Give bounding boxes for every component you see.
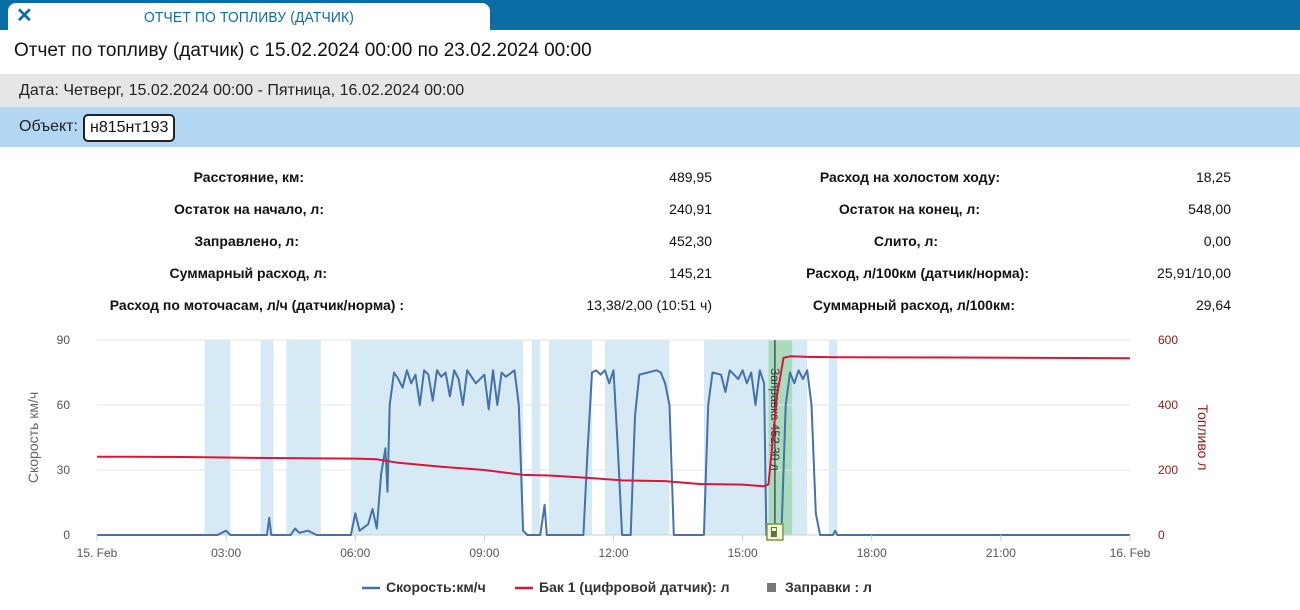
x-tick-label: 16. Feb	[1110, 546, 1151, 560]
stat-value-start-fuel: 240,91	[669, 201, 712, 217]
object-bar: Объект: н815нт193	[0, 107, 1300, 147]
stat-label-drained: Слито, л:	[873, 233, 938, 249]
y-right-tick-label: 600	[1158, 333, 1178, 347]
motion-band	[531, 340, 541, 535]
y-left-tick-label: 30	[57, 463, 71, 477]
y-left-axis-title: Скорость км/ч	[25, 392, 41, 483]
motion-band	[260, 340, 274, 535]
motion-band	[286, 340, 321, 535]
tab-title: ОТЧЕТ ПО ТОПЛИВУ (ДАТЧИК)	[144, 9, 354, 26]
report-tab[interactable]: ✕ ОТЧЕТ ПО ТОПЛИВУ (ДАТЧИК)	[8, 3, 490, 30]
y-right-tick-label: 400	[1158, 398, 1178, 412]
x-tick-label: 06:00	[340, 546, 370, 560]
legend-item[interactable]: Скорость:км/ч	[362, 579, 486, 595]
stat-value-idle: 18,25	[1195, 169, 1231, 185]
legend-item[interactable]: Бак 1 (цифровой датчик): л	[515, 579, 730, 595]
stat-value-end-fuel: 548,00	[1188, 201, 1231, 217]
x-tick-label: 15:00	[728, 546, 758, 560]
stat-label-engine-hours: Расход по моточасам, л/ч (датчик/норма) …	[109, 297, 404, 313]
x-tick-label: 12:00	[598, 546, 628, 560]
x-tick-label: 21:00	[986, 546, 1016, 560]
motion-band	[204, 340, 231, 535]
legend-item[interactable]: Заправки : л	[767, 579, 872, 595]
y-left-tick-label: 60	[57, 398, 71, 412]
window-header: ✕ ОТЧЕТ ПО ТОПЛИВУ (ДАТЧИК)	[0, 0, 1300, 30]
stat-label-total-per-100km: Суммарный расход, л/100км:	[812, 297, 1015, 313]
stat-value-distance: 489,95	[669, 169, 712, 185]
object-value-button[interactable]: н815нт193	[83, 114, 176, 142]
stat-value-per-100km: 25,91/10,00	[1157, 265, 1231, 281]
y-right-tick-label: 200	[1158, 463, 1178, 477]
date-bar: Дата: Четверг, 15.02.2024 00:00 - Пятниц…	[0, 74, 1300, 107]
x-tick-label: 09:00	[469, 546, 499, 560]
stat-label-start-fuel: Остаток на начало, л:	[174, 201, 324, 217]
stat-value-drained: 0,00	[1203, 233, 1231, 249]
stat-value-total-per-100km: 29,64	[1195, 297, 1231, 313]
stat-value-refueled: 452,30	[669, 233, 712, 249]
x-tick-label: 03:00	[211, 546, 241, 560]
y-left-tick-label: 0	[63, 528, 70, 542]
x-tick-label: 15. Feb	[77, 546, 118, 560]
legend-swatch	[767, 583, 776, 592]
stat-label-total-consumption: Суммарный расход, л:	[169, 265, 327, 281]
stat-label-distance: Расстояние, км:	[193, 169, 304, 185]
legend-label: Заправки : л	[785, 579, 872, 595]
object-label: Объект:	[19, 118, 78, 135]
motion-band	[350, 340, 524, 535]
y-right-tick-label: 0	[1158, 528, 1165, 542]
motion-band	[828, 340, 838, 535]
stat-label-refueled: Заправлено, л:	[194, 233, 299, 249]
motion-band	[604, 340, 670, 535]
y-right-axis-title: Топливо л	[1195, 405, 1211, 471]
stat-value-engine-hours: 13,38/2,00 (10:51 ч)	[586, 297, 712, 313]
fuel-pump-icon[interactable]	[766, 523, 784, 541]
legend-label: Бак 1 (цифровой датчик): л	[539, 579, 730, 595]
legend-label: Скорость:км/ч	[386, 579, 486, 595]
fuel-pump-icon-window	[771, 528, 776, 531]
fuel-chart[interactable]: Заправка 452,30 л 0306090020040060015. F…	[0, 330, 1300, 610]
stat-value-total-consumption: 145,21	[669, 265, 712, 281]
stat-label-idle: Расход на холостом ходу:	[819, 169, 1000, 185]
stat-label-per-100km: Расход, л/100км (датчик/норма):	[806, 265, 1029, 281]
report-title: Отчет по топливу (датчик) с 15.02.2024 0…	[14, 40, 592, 61]
date-text: Дата: Четверг, 15.02.2024 00:00 - Пятниц…	[19, 82, 465, 99]
stat-label-end-fuel: Остаток на конец, л:	[838, 201, 980, 217]
x-tick-label: 18:00	[857, 546, 887, 560]
y-left-tick-label: 90	[57, 333, 71, 347]
